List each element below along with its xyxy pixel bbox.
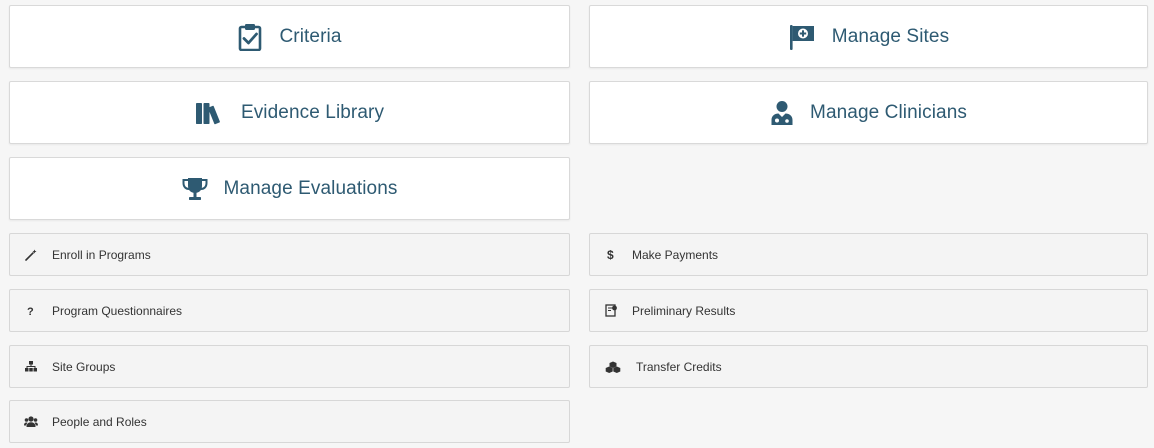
enroll-in-programs-label: Enroll in Programs [52,247,151,262]
sitemap-icon [24,360,38,374]
site-groups-label: Site Groups [52,359,116,374]
manage-clinicians-tile[interactable]: Manage Clinicians [589,81,1148,144]
make-payments-label: Make Payments [632,247,719,262]
evidence-library-label: Evidence Library [240,101,385,123]
clipboard-check-icon [237,23,263,51]
svg-text:?: ? [27,306,34,317]
manage-sites-label: Manage Sites [831,25,950,47]
people-and-roles-label: People and Roles [52,414,147,429]
preliminary-results-label: Preliminary Results [632,303,736,318]
books-icon [195,101,225,125]
transfer-credits-link[interactable]: Transfer Credits [589,345,1148,388]
enroll-in-programs-link[interactable]: Enroll in Programs [9,233,570,276]
preliminary-results-link[interactable]: Preliminary Results [589,289,1148,332]
dollar-icon: $ [604,248,618,262]
make-payments-link[interactable]: $ Make Payments [589,233,1148,276]
cubes-icon [604,360,622,374]
doctor-icon [770,100,794,126]
trophy-icon [182,177,208,201]
magic-wand-icon [24,248,38,262]
hospital-flag-icon [788,23,816,51]
manage-evaluations-tile[interactable]: Manage Evaluations [9,157,570,220]
transfer-credits-label: Transfer Credits [636,359,722,374]
criteria-label: Criteria [279,25,342,47]
site-groups-link[interactable]: Site Groups [9,345,570,388]
manage-sites-tile[interactable]: Manage Sites [589,5,1148,68]
manage-evaluations-label: Manage Evaluations [223,177,398,199]
criteria-tile[interactable]: Criteria [9,5,570,68]
people-and-roles-link[interactable]: People and Roles [9,400,570,443]
evidence-library-tile[interactable]: Evidence Library [9,81,570,144]
program-questionnaires-label: Program Questionnaires [52,303,183,318]
manage-clinicians-label: Manage Clinicians [810,101,967,123]
svg-text:$: $ [607,248,614,261]
program-questionnaires-link[interactable]: ? Program Questionnaires [9,289,570,332]
users-icon [24,415,38,429]
report-icon [604,304,618,318]
question-icon: ? [24,304,38,318]
